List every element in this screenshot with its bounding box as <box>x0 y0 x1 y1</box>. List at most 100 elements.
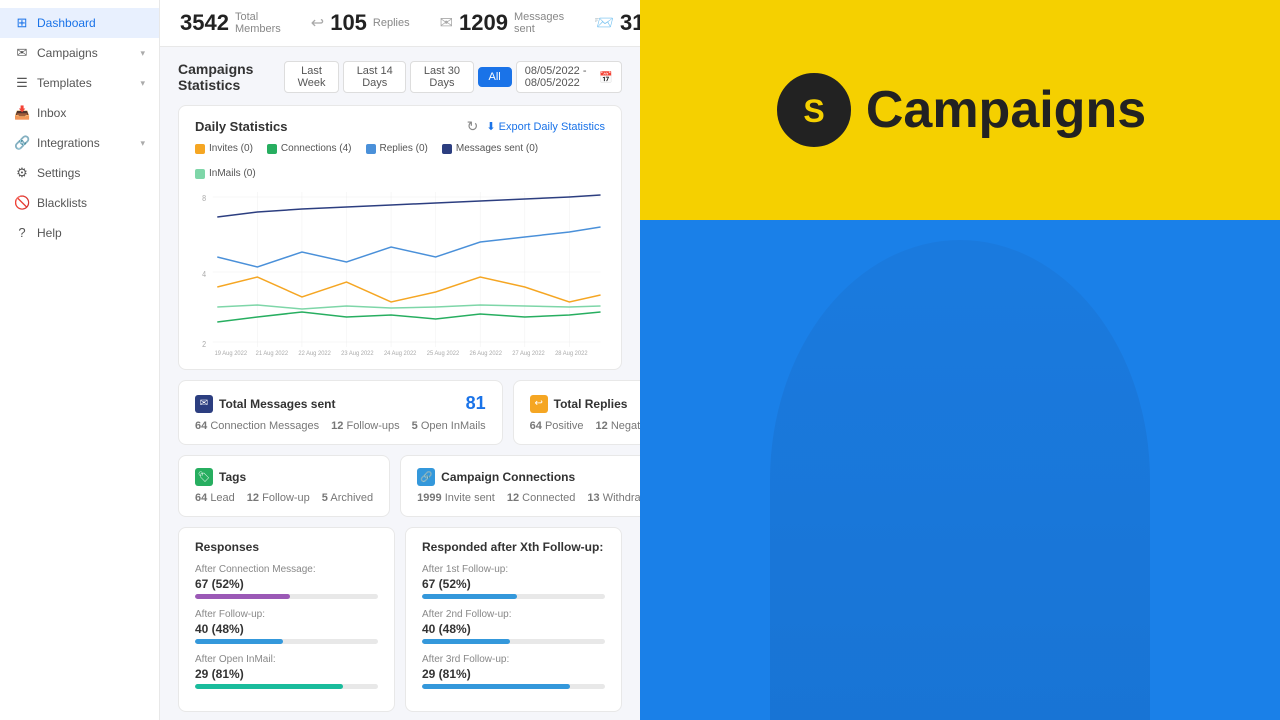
refresh-icon[interactable]: ↻ <box>467 118 479 135</box>
download-icon: ⬇ <box>486 120 495 133</box>
stat-inmails: 📨 31 InMails sent <box>594 10 640 36</box>
replies-card-icon: ↩ <box>530 395 548 413</box>
integrations-icon: 🔗 <box>14 135 30 151</box>
responses-title: Responses <box>195 540 378 554</box>
tags-card: 🏷 Tags 64 Lead 12 Follow-up 5 Archived <box>178 455 390 517</box>
campaigns-icon: ✉ <box>14 45 30 61</box>
stat-total-members: 3542 Total Members <box>180 10 281 36</box>
progress-fill <box>422 684 570 689</box>
filter-last-week[interactable]: Last Week <box>284 61 339 93</box>
progress-bar-3rd <box>422 684 605 689</box>
svg-text:23 Aug 2022: 23 Aug 2022 <box>341 350 374 357</box>
progress-fill <box>195 684 343 689</box>
daily-stats-chart: 8 4 2 <box>195 187 605 357</box>
campaign-connections-header: 🔗 Campaign Connections <box>417 468 640 486</box>
total-replies-details: 64 Positive 12 Negative 5 Unknown <box>530 420 640 432</box>
help-icon: ? <box>14 225 30 240</box>
filter-14-days[interactable]: Last 14 Days <box>343 61 406 93</box>
campaigns-section: Campaigns Statistics Last Week Last 14 D… <box>160 47 640 720</box>
blacklists-icon: 🚫 <box>14 195 30 211</box>
person-silhouette <box>770 240 1150 720</box>
svg-text:24 Aug 2022: 24 Aug 2022 <box>384 350 417 357</box>
svg-text:28 Aug 2022: 28 Aug 2022 <box>555 350 588 357</box>
export-btn[interactable]: ⬇ Export Daily Statistics <box>486 120 605 133</box>
stat-messages: ✉ 1209 Messages sent <box>440 10 565 36</box>
progress-bar-1st <box>422 594 605 599</box>
total-replies-card: ↩ Total Replies 201 64 Positive 12 Negat… <box>513 380 640 445</box>
calendar-icon: 📅 <box>599 71 613 84</box>
total-messages-card: ✉ Total Messages sent 81 64 Connection M… <box>178 380 503 445</box>
connections-icon: 🔗 <box>417 468 435 486</box>
daily-stats-header: Daily Statistics ↻ ⬇ Export Daily Statis… <box>195 118 605 135</box>
sidebar-item-campaigns[interactable]: ✉ Campaigns ▾ <box>0 38 159 68</box>
chart-svg: 8 4 2 <box>195 187 605 357</box>
svg-text:S: S <box>803 93 824 129</box>
inbox-icon: 📥 <box>14 105 30 121</box>
filter-tabs: Last Week Last 14 Days Last 30 Days All … <box>284 61 622 93</box>
total-messages-header: ✉ Total Messages sent 81 <box>195 393 486 414</box>
stat-replies: ↩ 105 Replies <box>311 10 410 36</box>
sidebar-item-inbox[interactable]: 📥 Inbox <box>0 98 159 128</box>
svg-text:19 Aug 2022: 19 Aug 2022 <box>215 350 248 357</box>
progress-bar-inmail <box>195 684 378 689</box>
svg-text:4: 4 <box>202 270 206 280</box>
date-range-picker[interactable]: 08/05/2022 - 08/05/2022 📅 <box>516 61 622 93</box>
campaign-connections-details: 1999 Invite sent 12 Connected 13 Withdra… <box>417 492 640 504</box>
campaign-connections-card: 🔗 Campaign Connections 1999 Invite sent … <box>400 455 640 517</box>
filter-all[interactable]: All <box>478 67 512 87</box>
legend-connections: Connections (4) <box>267 143 352 154</box>
legend-replies: Replies (0) <box>366 143 428 154</box>
daily-stats-card: Daily Statistics ↻ ⬇ Export Daily Statis… <box>178 105 622 370</box>
sidebar-item-help[interactable]: ? Help <box>0 218 159 247</box>
daily-stats-actions: ↻ ⬇ Export Daily Statistics <box>467 118 605 135</box>
legend-dot-inmails <box>195 169 205 179</box>
legend-dot-replies <box>366 144 376 154</box>
responded-after-title: Responded after Xth Follow-up: <box>422 540 605 554</box>
sidebar-item-settings[interactable]: ⚙ Settings <box>0 158 159 188</box>
progress-bar-connection <box>195 594 378 599</box>
message-icon: ✉ <box>440 13 453 33</box>
logo-svg: S <box>774 70 854 150</box>
chevron-down-icon: ▾ <box>140 138 145 149</box>
brand-logo: S Campaigns <box>774 70 1146 150</box>
tags-details: 64 Lead 12 Follow-up 5 Archived <box>195 492 373 504</box>
templates-icon: ☰ <box>14 75 30 91</box>
sidebar: ⊞ Dashboard ✉ Campaigns ▾ ☰ Templates ▾ … <box>0 0 160 720</box>
response-followup: After Follow-up: 40 (48%) <box>195 609 378 644</box>
legend-dot-connections <box>267 144 277 154</box>
sidebar-item-dashboard[interactable]: ⊞ Dashboard <box>0 8 159 38</box>
total-messages-details: 64 Connection Messages 12 Follow-ups 5 O… <box>195 420 486 432</box>
total-replies-header: ↩ Total Replies 201 <box>530 393 640 414</box>
sidebar-item-templates[interactable]: ☰ Templates ▾ <box>0 68 159 98</box>
top-stats-bar: 3542 Total Members ↩ 105 Replies ✉ 1209 … <box>160 0 640 47</box>
main-content: 3542 Total Members ↩ 105 Replies ✉ 1209 … <box>160 0 640 720</box>
messages-card-icon: ✉ <box>195 395 213 413</box>
dashboard-icon: ⊞ <box>14 15 30 31</box>
progress-fill <box>422 594 517 599</box>
responded-after-card: Responded after Xth Follow-up: After 1st… <box>405 527 622 712</box>
progress-fill <box>195 594 290 599</box>
svg-text:26 Aug 2022: 26 Aug 2022 <box>470 350 503 357</box>
legend-invites: Invites (0) <box>195 143 253 154</box>
svg-text:27 Aug 2022: 27 Aug 2022 <box>512 350 545 357</box>
person-area <box>640 220 1280 720</box>
tags-icon: 🏷 <box>195 468 213 486</box>
filter-30-days[interactable]: Last 30 Days <box>410 61 473 93</box>
brand-text: Campaigns <box>866 80 1146 140</box>
svg-text:2: 2 <box>202 340 206 350</box>
sidebar-item-integrations[interactable]: 🔗 Integrations ▾ <box>0 128 159 158</box>
section-header: Campaigns Statistics Last Week Last 14 D… <box>178 61 622 93</box>
responded-1st: After 1st Follow-up: 67 (52%) <box>422 564 605 599</box>
overlay-yellow-band: S Campaigns <box>640 0 1280 220</box>
responses-card: Responses After Connection Message: 67 (… <box>178 527 395 712</box>
progress-bar-followup <box>195 639 378 644</box>
settings-icon: ⚙ <box>14 165 30 181</box>
svg-text:25 Aug 2022: 25 Aug 2022 <box>427 350 460 357</box>
legend-inmails: InMails (0) <box>195 168 256 179</box>
tags-connections-grid: 🏷 Tags 64 Lead 12 Follow-up 5 Archived 🔗… <box>178 455 622 517</box>
chevron-down-icon: ▾ <box>140 48 145 59</box>
legend-messages: Messages sent (0) <box>442 143 538 154</box>
tags-header: 🏷 Tags <box>195 468 373 486</box>
sidebar-item-blacklists[interactable]: 🚫 Blacklists <box>0 188 159 218</box>
chevron-down-icon: ▾ <box>140 78 145 89</box>
